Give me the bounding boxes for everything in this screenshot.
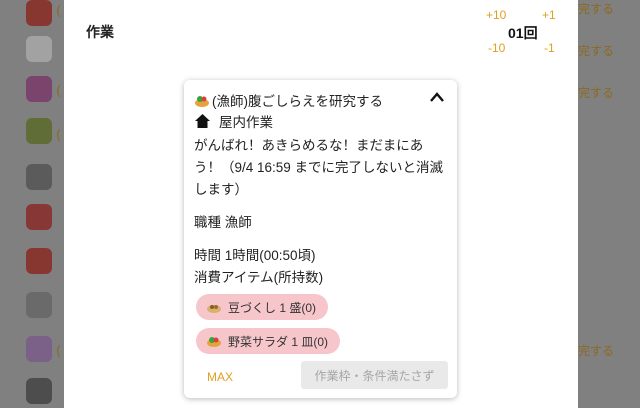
max-button[interactable]: MAX — [207, 370, 233, 384]
bg-paren: ( — [56, 4, 62, 19]
potion-item-icon — [26, 204, 52, 230]
minus-10-button[interactable]: -10 — [488, 41, 505, 55]
consume-item-pill[interactable]: 野菜サラダ 1 皿(0) — [196, 328, 341, 354]
location-row: 屋内作業 — [194, 111, 273, 131]
stove-item-icon — [26, 164, 52, 190]
skull-item-icon — [26, 36, 52, 62]
consume-item-label: 野菜サラダ 1 皿(0) — [228, 334, 329, 349]
ring-item-icon — [26, 378, 52, 404]
bg-suffix: 完する — [578, 2, 615, 16]
barrel-item-icon — [26, 292, 52, 318]
location-label: 屋内作業 — [219, 115, 273, 130]
minus-1-button[interactable]: -1 — [544, 41, 555, 55]
work-detail-card: (漁師)腹ごしらえを研究する 屋内作業 がんばれ！あきらめるな！まだまにあう！（… — [184, 80, 457, 398]
red-item-icon — [26, 248, 52, 274]
salad-bowl-icon — [207, 337, 221, 347]
consume-item-pill[interactable]: 豆づくし 1 盛(0) — [196, 294, 329, 320]
bg-paren: ( — [56, 128, 62, 143]
job-label: 職種 漁師 — [194, 215, 252, 230]
bg-paren: ( — [56, 344, 62, 359]
count-stepper: +10 +1 01回 -10 -1 — [468, 6, 578, 58]
plant-item-icon — [26, 118, 52, 144]
card-title: (漁師)腹ごしらえを研究する — [212, 94, 383, 109]
deadline-message: がんばれ！あきらめるな！まだまにあう！（9/4 16:59 までに完了しないと消… — [194, 138, 444, 197]
plus-10-button[interactable]: +10 — [486, 8, 506, 22]
plus-1-button[interactable]: +1 — [542, 8, 556, 22]
chevron-up-icon[interactable] — [429, 90, 445, 104]
bg-suffix: 完する — [578, 44, 615, 58]
red-item-icon — [26, 0, 52, 26]
bg-suffix: 完する — [578, 344, 615, 358]
bg-paren: ( — [56, 84, 62, 99]
home-icon — [195, 114, 210, 128]
count-value: 01回 — [508, 25, 538, 41]
card-title-row: (漁師)腹ごしらえを研究する — [194, 90, 383, 110]
scroll-item-icon — [26, 76, 52, 102]
sheet-title: 作業 — [86, 24, 114, 40]
consume-label: 消費アイテム(所持数) — [194, 270, 324, 285]
purple-item-icon — [26, 336, 52, 362]
bean-dish-icon — [207, 305, 221, 313]
bg-suffix: 完する — [578, 86, 615, 100]
consume-item-label: 豆づくし 1 盛(0) — [228, 300, 317, 315]
food-bowl-icon — [195, 95, 209, 107]
start-work-button[interactable]: 作業枠・条件満たさず — [301, 361, 448, 389]
time-label: 時間 1時間(00:50頃) — [194, 248, 316, 263]
